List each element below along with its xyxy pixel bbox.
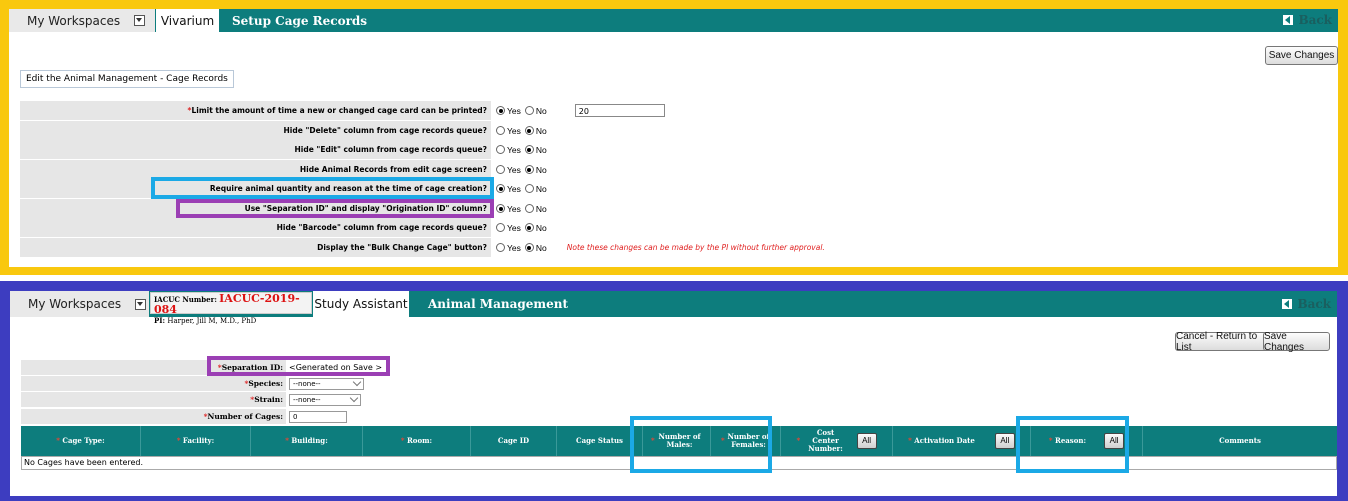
col-cage-type: * Cage Type: [21,426,141,456]
highlight-reason [1016,416,1129,473]
yes-radio[interactable] [496,145,505,154]
col-cage-id: Cage ID [471,426,557,456]
cancel-return-button[interactable]: Cancel - Return to List [1175,331,1276,353]
activation-all-button[interactable]: All [994,433,1015,449]
my-workspaces-tab[interactable]: My Workspaces [9,9,155,32]
setting-label: Hide "Delete" column from cage records q… [20,121,491,140]
chevron-down-icon [352,377,362,387]
no-radio[interactable] [524,204,534,213]
setting-label: Display the "Bulk Change Cage" button? [20,238,491,257]
iacuc-info: IACUC Number: IACUC-2019-084 PI: Harper,… [150,292,312,325]
pi-label: PI: [154,316,166,325]
setting-row-print-time-limit: *Limit the amount of time a new or chang… [20,101,1338,120]
strain-label: Strain: [254,395,283,404]
no-radio[interactable] [524,223,534,232]
species-row: *Species: --none-- [21,376,364,391]
col-facility: * Facility: [141,426,251,456]
vivarium-setup-panel: My Workspaces Vivarium Setup Cage Record… [0,0,1348,275]
highlight-animal-quantity [630,416,772,473]
back-label: Back [1297,297,1331,311]
top-tab-bar: My Workspaces Vivarium Setup Cage Record… [9,9,1338,32]
back-button[interactable]: Back [1282,297,1331,311]
tab-study-assistant[interactable]: Study Assistant [313,291,409,317]
yes-radio[interactable] [496,184,505,193]
edit-cage-records-link[interactable]: Edit the Animal Management - Cage Record… [20,70,234,88]
strain-select[interactable]: --none-- [289,393,361,406]
my-workspaces-tab[interactable]: My Workspaces [10,291,149,317]
setting-row-hide-barcode: Hide "Barcode" column from cage records … [20,218,1338,237]
setting-row-bulk-change: Display the "Bulk Change Cage" button? Y… [20,238,1338,257]
col-building: * Building: [251,426,363,456]
no-radio[interactable] [524,243,534,252]
no-radio[interactable] [524,145,534,154]
pi-name: Harper, Jill M, M.D., PhD [167,317,257,325]
species-label: Species: [248,379,283,388]
highlight-separation-id [207,356,390,376]
no-radio[interactable] [524,126,534,135]
setting-row-hide-delete: Hide "Delete" column from cage records q… [20,121,1338,140]
approval-note: Note these changes can be made by the PI… [566,243,825,252]
col-cost-center: * Cost Center Number: All [781,426,893,456]
yes-radio[interactable] [496,126,505,135]
highlight-require-quantity [151,177,494,199]
chevron-down-icon [349,393,359,403]
strain-row: *Strain: --none-- [21,392,361,407]
cost-center-all-button[interactable]: All [856,433,877,449]
back-label: Back [1298,13,1332,27]
dropdown-icon[interactable] [134,15,146,26]
yes-radio[interactable] [496,165,505,174]
col-comments: Comments [1219,436,1261,445]
setting-label: Limit the amount of time a new or change… [191,106,487,115]
page-title: Setup Cage Records [232,13,368,28]
setting-row-hide-edit: Hide "Edit" column from cage records que… [20,140,1338,159]
page-title: Animal Management [428,297,568,311]
animal-management-content: My Workspaces IACUC Number: IACUC-2019-0… [10,291,1337,496]
yes-radio[interactable] [496,223,505,232]
no-radio[interactable] [524,184,534,193]
back-arrow-icon [1283,15,1294,25]
yes-radio[interactable] [496,243,505,252]
my-workspaces-label: My Workspaces [28,297,122,311]
number-of-cages-input[interactable]: 0 [289,410,347,423]
col-room: * Room: [363,426,471,456]
no-radio[interactable] [524,106,534,115]
back-button[interactable]: Back [1283,13,1332,27]
species-value: --none-- [293,379,321,388]
tab-vivarium[interactable]: Vivarium [156,9,219,32]
back-arrow-icon [1282,299,1293,309]
save-changes-button[interactable]: Save Changes [1265,46,1338,65]
my-workspaces-label: My Workspaces [27,13,121,28]
save-changes-button[interactable]: Save Changes [1263,331,1330,353]
col-activation-date: * Activation Date All [893,426,1031,456]
vivarium-setup-content: My Workspaces Vivarium Setup Cage Record… [9,9,1338,267]
no-radio[interactable] [524,165,534,174]
cages-row: *Number of Cages: 0 [21,409,347,424]
species-select[interactable]: --none-- [289,377,364,390]
yes-radio[interactable] [496,204,505,213]
animal-management-panel: My Workspaces IACUC Number: IACUC-2019-0… [0,281,1348,501]
cages-label: Number of Cages: [207,412,284,421]
highlight-separation-id [176,199,494,218]
setting-label: Hide "Barcode" column from cage records … [20,218,491,237]
dropdown-icon[interactable] [135,298,147,310]
print-time-limit-input[interactable]: 20 [574,104,665,117]
strain-value: --none-- [293,395,321,404]
yes-radio[interactable] [496,106,505,115]
bottom-tab-bar: My Workspaces IACUC Number: IACUC-2019-0… [10,291,1337,325]
setting-label: Hide "Edit" column from cage records que… [20,140,491,159]
